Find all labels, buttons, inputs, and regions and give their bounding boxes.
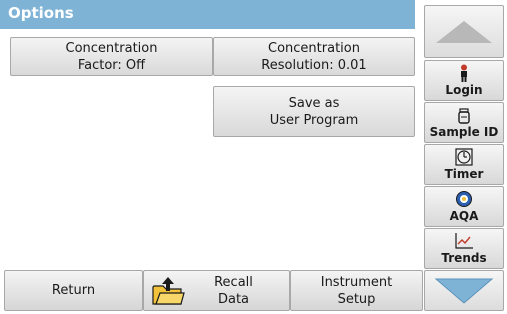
- login-button[interactable]: Login: [424, 60, 504, 101]
- save-user-program-button[interactable]: Save as User Program: [213, 86, 415, 137]
- instrument-setup-label: Instrument Setup: [320, 274, 393, 307]
- recall-data-label: Recall Data: [214, 274, 253, 307]
- sample-id-button[interactable]: Sample ID: [424, 102, 504, 143]
- return-button[interactable]: Return: [4, 270, 143, 311]
- trends-chart-icon: [455, 233, 473, 249]
- instrument-setup-button[interactable]: Instrument Setup: [290, 270, 423, 311]
- trends-label: Trends: [441, 251, 487, 265]
- recall-data-button[interactable]: Recall Data: [143, 270, 290, 311]
- sample-id-label: Sample ID: [429, 125, 499, 139]
- folder-upload-icon: [152, 276, 185, 305]
- concentration-resolution-label: Concentration Resolution: 0.01: [261, 40, 367, 73]
- timer-button[interactable]: Timer: [424, 144, 504, 185]
- concentration-factor-button[interactable]: Concentration Factor: Off: [10, 37, 213, 76]
- trends-button[interactable]: Trends: [424, 228, 504, 269]
- page-title: Options: [8, 4, 74, 22]
- scroll-up-button[interactable]: [424, 5, 504, 58]
- aqa-icon: [456, 191, 472, 207]
- sample-bottle-icon: [458, 108, 470, 124]
- return-label: Return: [51, 283, 96, 298]
- timer-label: Timer: [444, 167, 484, 181]
- title-bar: Options: [0, 0, 415, 29]
- aqa-label: AQA: [449, 209, 479, 223]
- person-icon: [461, 64, 467, 82]
- scroll-down-button[interactable]: [424, 270, 504, 311]
- concentration-resolution-button[interactable]: Concentration Resolution: 0.01: [213, 37, 415, 76]
- save-user-program-label: Save as User Program: [269, 95, 359, 128]
- up-arrow-icon: [436, 20, 492, 43]
- aqa-button[interactable]: AQA: [424, 186, 504, 227]
- down-arrow-icon: [434, 278, 494, 304]
- timer-icon: [455, 148, 473, 166]
- login-label: Login: [445, 83, 483, 97]
- concentration-factor-label: Concentration Factor: Off: [65, 40, 158, 73]
